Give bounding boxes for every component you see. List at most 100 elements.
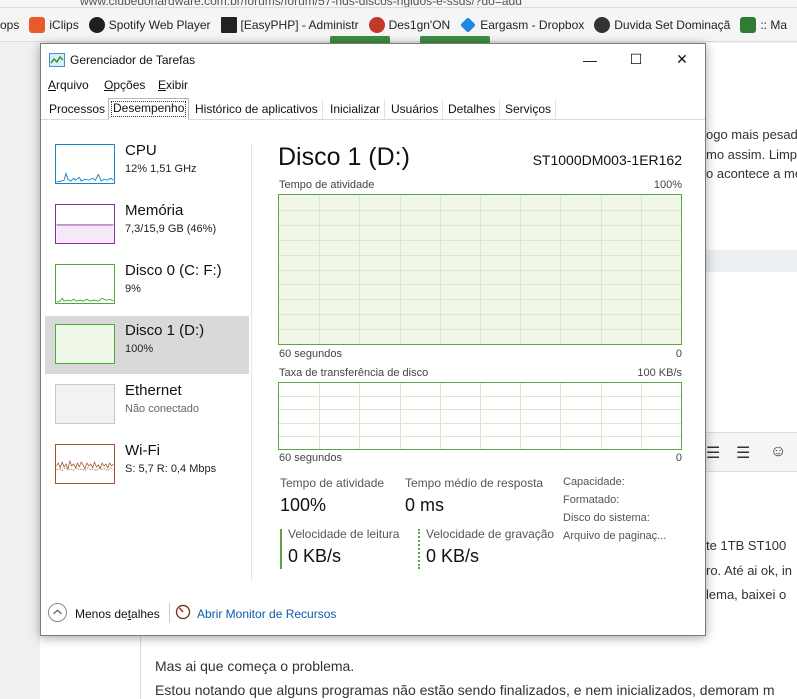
memory-thumbnail-graph	[55, 204, 115, 244]
leaf-icon	[740, 16, 757, 33]
sidebar-item-value: 12% 1,51 GHz	[125, 163, 197, 175]
pagefile-label: Arquivo de paginaç...	[563, 530, 667, 542]
wifi-thumbnail-graph	[55, 444, 115, 484]
formatted-label: Formatado:	[563, 494, 620, 506]
activity-chart-min: 0	[675, 348, 682, 360]
response-time-label: Tempo médio de resposta	[405, 476, 544, 490]
bookmark-easyphp[interactable]: [EasyPHP] - Administr	[220, 16, 359, 33]
transfer-chart-max: 100 KB/s	[637, 367, 682, 379]
less-details-button[interactable]: Menos detalhes	[75, 607, 160, 621]
sidebar-item-name: Wi-Fi	[125, 442, 160, 459]
sidebar-item-memory[interactable]: Memória 7,3/15,9 GB (46%)	[45, 196, 249, 254]
menu-file[interactable]: Arquivo	[48, 78, 89, 92]
chevron-up-icon[interactable]	[48, 603, 67, 622]
align-justify-icon[interactable]: ☰	[736, 443, 750, 463]
bookmark-dropbox[interactable]: Eargasm - Dropbox	[460, 16, 584, 33]
sidebar-item-name: Ethernet	[125, 382, 182, 399]
activity-chart-grid	[279, 195, 681, 344]
easyphp-icon	[220, 16, 237, 33]
page-text-fragment: o acontece a me	[706, 166, 797, 181]
read-speed-label: Velocidade de leitura	[288, 527, 400, 541]
emoji-icon[interactable]: ☺	[770, 443, 786, 461]
sidebar-item-ethernet[interactable]: Ethernet Não conectado	[45, 376, 249, 434]
transfer-chart-grid	[279, 383, 681, 449]
less-details-text: alhes	[131, 607, 160, 621]
browser-address-bar[interactable]: www.clubedohardware.com.br/forums/forum/…	[0, 0, 797, 8]
bookmark-spotify[interactable]: Spotify Web Player	[88, 16, 211, 33]
close-icon: ✕	[676, 51, 688, 67]
menu-label: rquivo	[56, 78, 89, 92]
page-text-fragment: ogo mais pesado	[706, 127, 797, 142]
bookmark-apps[interactable]: ops	[0, 18, 19, 32]
menu-accel: E	[158, 78, 167, 92]
page-text-fragment: lema, baixei o	[706, 587, 787, 602]
bookmark-label: [EasyPHP] - Administr	[240, 17, 359, 32]
write-speed-marker	[418, 529, 420, 569]
tab-processes[interactable]: Processos	[45, 100, 111, 120]
page-text-fragment: te 1TB ST100	[706, 538, 787, 553]
tab-details[interactable]: Detalhes	[444, 100, 501, 120]
sidebar-item-value: 7,3/15,9 GB (46%)	[125, 223, 217, 235]
disk-title: Disco 1 (D:)	[278, 143, 410, 171]
bookmark-label: iClips	[49, 17, 79, 32]
task-manager-icon	[49, 53, 65, 67]
bookmark-label: Duvida Set Dominaçã	[614, 17, 731, 32]
write-speed-label: Velocidade de gravação	[426, 527, 555, 541]
close-button[interactable]: ✕	[659, 44, 705, 75]
system-disk-label: Disco do sistema:	[563, 512, 650, 524]
menu-accel: A	[48, 78, 57, 92]
write-speed-value: 0 KB/s	[426, 546, 480, 566]
bookmark-label: :: Ma	[760, 17, 787, 32]
disk1-thumbnail-graph	[55, 324, 115, 364]
post-paragraph: Estou notando que alguns programas não e…	[155, 682, 775, 698]
designon-icon	[368, 16, 385, 33]
read-speed-value: 0 KB/s	[288, 546, 342, 566]
cpu-thumbnail-graph	[55, 144, 115, 184]
tab-startup[interactable]: Inicializar	[326, 100, 386, 120]
spotify-icon	[88, 16, 105, 33]
tab-users[interactable]: Usuários	[387, 100, 444, 120]
maximize-button[interactable]: ☐	[613, 44, 659, 75]
webpage-gutter	[0, 43, 40, 699]
sidebar-item-disk0[interactable]: Disco 0 (C: F:) 9%	[45, 256, 249, 314]
resource-sidebar: CPU 12% 1,51 GHz Memória 7,3/15,9 GB (46…	[41, 121, 251, 581]
footer-separator	[169, 603, 170, 623]
tab-performance[interactable]: Desempenho	[108, 98, 190, 120]
menu-view[interactable]: Exibir	[158, 78, 188, 92]
dropbox-icon	[460, 16, 477, 33]
minimize-button[interactable]: —	[567, 44, 613, 75]
ethernet-thumbnail-graph	[55, 384, 115, 424]
menu-accel: O	[104, 78, 114, 92]
bookmark-iclips[interactable]: iClips	[29, 16, 79, 33]
title-bar[interactable]: Gerenciador de Tarefas — ☐ ✕	[41, 44, 705, 75]
sidebar-divider	[251, 143, 252, 581]
menu-options[interactable]: Opções	[104, 78, 145, 92]
activity-chart-label: Tempo de atividade	[279, 179, 375, 191]
align-right-icon[interactable]: ☰	[706, 443, 720, 463]
less-details-text: Menos de	[75, 607, 128, 621]
window-title: Gerenciador de Tarefas	[70, 53, 196, 67]
tab-app-history[interactable]: Histórico de aplicativos	[191, 100, 323, 120]
menu-label: pções	[113, 78, 146, 92]
bookmark-designon[interactable]: Des1gn'ON	[368, 16, 451, 33]
sidebar-item-disk1[interactable]: Disco 1 (D:) 100%	[45, 316, 249, 374]
sidebar-item-name: Disco 0 (C: F:)	[125, 262, 222, 279]
minimize-icon: —	[583, 51, 597, 68]
open-resource-monitor-link[interactable]: Abrir Monitor de Recursos	[197, 607, 336, 621]
sidebar-item-cpu[interactable]: CPU 12% 1,51 GHz	[45, 136, 249, 194]
activity-chart-max: 100%	[653, 179, 682, 191]
sidebar-item-wifi[interactable]: Wi-Fi S: 5,7 R: 0,4 Mbps	[45, 436, 249, 494]
activity-chart	[278, 194, 682, 345]
menu-bar: Arquivo Opções Exibir	[41, 75, 705, 97]
task-manager-footer: Menos detalhes Abrir Monitor de Recursos	[41, 599, 705, 635]
bookmark-duvida[interactable]: Duvida Set Dominaçã	[594, 16, 731, 33]
bookmark-label: Des1gn'ON	[388, 17, 451, 32]
task-manager-window: Gerenciador de Tarefas — ☐ ✕ Arquivo Opç…	[40, 43, 706, 636]
transfer-chart	[278, 382, 682, 450]
bookmark-ma[interactable]: :: Ma	[740, 16, 787, 33]
tab-services[interactable]: Serviços	[501, 100, 557, 120]
tab-bar: Processos Desempenho Histórico de aplica…	[41, 98, 705, 120]
sidebar-item-value: 100%	[125, 343, 154, 355]
browser-url[interactable]: www.clubedohardware.com.br/forums/forum/…	[80, 0, 522, 7]
sidebar-item-name: CPU	[125, 142, 157, 159]
